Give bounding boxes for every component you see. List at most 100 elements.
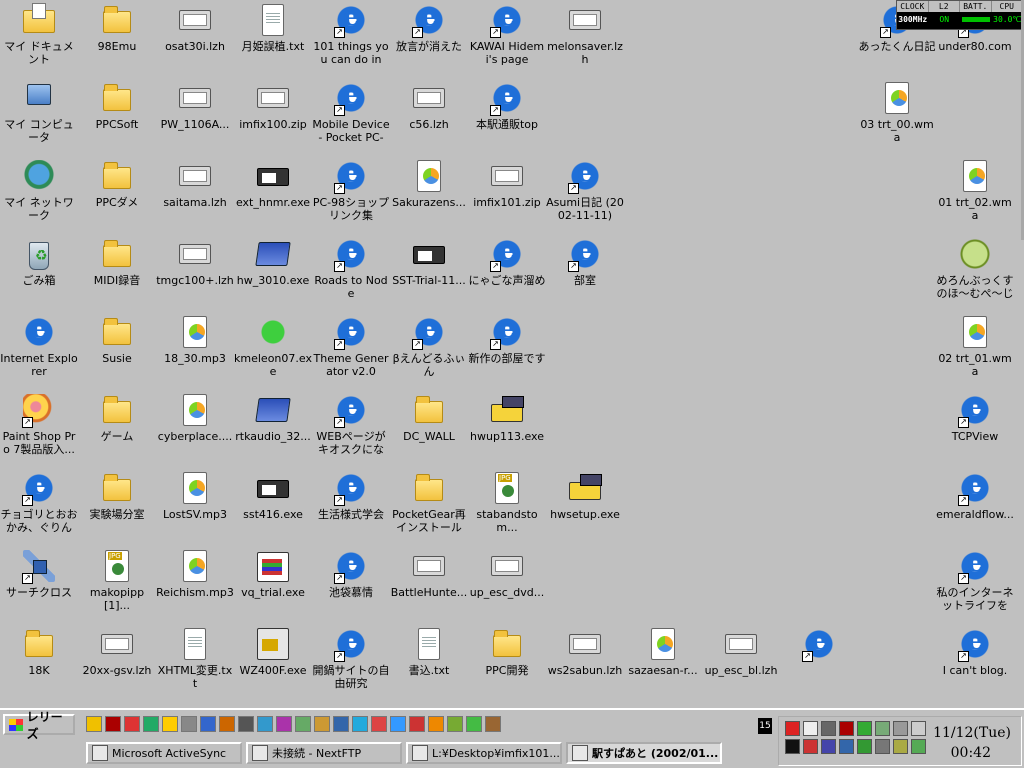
desktop-icon[interactable]: sazaesan-r... <box>624 626 702 677</box>
desktop-icon[interactable]: 20xx-gsv.lzh <box>78 626 156 677</box>
quick-launch-icon[interactable] <box>276 716 292 732</box>
desktop-icon[interactable]: ↗ 池袋慕情 <box>312 548 390 599</box>
tray-icon[interactable] <box>893 739 908 754</box>
desktop-icon[interactable]: ↗ 101 things you can do in M... <box>312 2 390 66</box>
desktop-icon[interactable]: ↗ 私のインターネットライフをこ... <box>936 548 1014 612</box>
desktop-icon[interactable]: PPCダメ <box>78 158 156 209</box>
taskbar-button[interactable]: L:¥Desktop¥imfix101... <box>406 742 562 764</box>
tray-icon[interactable] <box>893 721 908 736</box>
quick-launch-icon[interactable] <box>257 716 273 732</box>
desktop-icon[interactable]: tmgc100+.lzh <box>156 236 234 287</box>
desktop-icon[interactable]: ↗ 本駅通販top <box>468 80 546 131</box>
quick-launch-icon[interactable] <box>466 716 482 732</box>
desktop-icon[interactable]: imfix100.zip <box>234 80 312 131</box>
taskbar-button[interactable]: 未接続 - NextFTP <box>246 742 402 764</box>
desktop-icon[interactable]: imfix101.zip <box>468 158 546 209</box>
desktop-icon[interactable]: 月姫誤植.txt <box>234 2 312 53</box>
desktop-icon[interactable]: stabandstom... <box>468 470 546 534</box>
tray-icon[interactable] <box>785 721 800 736</box>
notification-badge[interactable]: 15 <box>758 718 772 734</box>
quick-launch-icon[interactable] <box>447 716 463 732</box>
tray-icon[interactable] <box>911 739 926 754</box>
clock-time[interactable]: 00:42 <box>951 745 991 761</box>
desktop-icon[interactable]: ↗ Asumi日記 (2002-11-11) <box>546 158 624 222</box>
desktop-icon[interactable]: ws2sabun.lzh <box>546 626 624 677</box>
desktop-icon[interactable]: osat30i.lzh <box>156 2 234 53</box>
desktop-icon[interactable]: PocketGear再インストール <box>390 470 468 534</box>
desktop-icon[interactable]: up_esc_dvd... <box>468 548 546 599</box>
desktop-icon[interactable]: kmeleon07.exe <box>234 314 312 378</box>
desktop-icon[interactable]: 03 trt_00.wma <box>858 80 936 144</box>
quick-launch-icon[interactable] <box>333 716 349 732</box>
desktop-icon[interactable]: ↗ 新作の部屋です <box>468 314 546 365</box>
quick-launch-icon[interactable] <box>219 716 235 732</box>
desktop-icon[interactable]: sst416.exe <box>234 470 312 521</box>
desktop-icon[interactable]: 02 trt_01.wma <box>936 314 1014 378</box>
tray-icon[interactable] <box>839 721 854 736</box>
tray-icon[interactable] <box>821 739 836 754</box>
desktop-icon[interactable]: Sakurazens... <box>390 158 468 209</box>
desktop-icon[interactable]: Reichism.mp3 <box>156 548 234 599</box>
tray-icon[interactable] <box>785 739 800 754</box>
desktop-icon[interactable]: MIDI録音 <box>78 236 156 287</box>
desktop-icon[interactable]: ゲーム <box>78 392 156 443</box>
quick-launch-icon[interactable] <box>428 716 444 732</box>
taskbar-button[interactable]: 駅すぱあと (2002/01... <box>566 742 722 764</box>
tray-icon[interactable] <box>911 721 926 736</box>
desktop-icon[interactable]: マイ コンピュータ <box>0 80 78 144</box>
desktop-icon[interactable]: melonsaver.lzh <box>546 2 624 66</box>
desktop-icon[interactable]: cyberplace.... <box>156 392 234 443</box>
quick-launch-icon[interactable] <box>181 716 197 732</box>
desktop-icon[interactable]: ↗ Theme Generator v2.0 <box>312 314 390 378</box>
desktop-icon[interactable]: ext_hnmr.exe <box>234 158 312 209</box>
quick-launch-icon[interactable] <box>124 716 140 732</box>
tray-icon[interactable] <box>803 739 818 754</box>
desktop-icon[interactable]: 01 trt_02.wma <box>936 158 1014 222</box>
desktop-icon[interactable]: ↗ βえんどるふぃん <box>390 314 468 378</box>
desktop-icon[interactable]: hwup113.exe <box>468 392 546 443</box>
desktop-icon[interactable]: ↗ 放言が消えた <box>390 2 468 53</box>
desktop-icon[interactable]: SST-Trial-11... <box>390 236 468 287</box>
desktop-icon[interactable]: ↗ <box>780 626 858 664</box>
desktop-icon[interactable]: ↗ チョゴリとおおかみ、ぐりんち... <box>0 470 78 534</box>
desktop-icon[interactable]: BattleHunte... <box>390 548 468 599</box>
desktop-icon[interactable]: ↗ Paint Shop Pro 7製品版入... <box>0 392 78 456</box>
quick-launch-icon[interactable] <box>238 716 254 732</box>
quick-launch-icon[interactable] <box>200 716 216 732</box>
desktop-icon[interactable]: XHTML変更.txt <box>156 626 234 690</box>
desktop-icon[interactable]: ↗ WEBページがキオスクになる... <box>312 392 390 456</box>
quick-launch-icon[interactable] <box>295 716 311 732</box>
desktop-icon[interactable]: 書込.txt <box>390 626 468 677</box>
desktop-icon[interactable]: ↗ PC-98ショップリンク集 <box>312 158 390 222</box>
desktop-icon[interactable]: saitama.lzh <box>156 158 234 209</box>
start-button[interactable]: レリーズ <box>3 710 75 741</box>
quick-launch-icon[interactable] <box>143 716 159 732</box>
desktop-icon[interactable]: c56.lzh <box>390 80 468 131</box>
tray-icon[interactable] <box>821 721 836 736</box>
quick-launch-icon[interactable] <box>409 716 425 732</box>
desktop-icon[interactable]: PW_1106A... <box>156 80 234 131</box>
desktop-icon[interactable]: ↗ サーチクロス <box>0 548 78 599</box>
clock-date[interactable]: 11/12(Tue) <box>933 725 1011 741</box>
desktop-icon[interactable]: makopipp[1]... <box>78 548 156 612</box>
desktop-icon[interactable]: PPC開発 <box>468 626 546 677</box>
desktop-icon[interactable]: ↗ 部室 <box>546 236 624 287</box>
desktop-icon[interactable]: ↗ 生活様式学会 <box>312 470 390 521</box>
quick-launch-icon[interactable] <box>105 716 121 732</box>
desktop-icon[interactable]: ↗ にゃごな声溜め <box>468 236 546 287</box>
desktop-icon[interactable]: 18K <box>0 626 78 677</box>
desktop-icon[interactable]: ↗ I can't blog. <box>936 626 1014 677</box>
desktop-icon[interactable]: めろんぶっくすのほ～むぺ～じ <box>936 236 1014 300</box>
desktop-icon[interactable]: ごみ箱 <box>0 236 78 287</box>
tray-icon[interactable] <box>839 739 854 754</box>
desktop-icon[interactable]: LostSV.mp3 <box>156 470 234 521</box>
desktop-icon[interactable]: rtkaudio_32... <box>234 392 312 443</box>
desktop-icon[interactable]: ↗ KAWAI Hidemi's page <box>468 2 546 66</box>
quick-launch-icon[interactable] <box>390 716 406 732</box>
quick-launch-icon[interactable] <box>314 716 330 732</box>
desktop-icon[interactable]: DC_WALL <box>390 392 468 443</box>
desktop-icon[interactable]: Susie <box>78 314 156 365</box>
desktop-icon[interactable]: ↗ Roads to Node <box>312 236 390 300</box>
tray-icon[interactable] <box>857 739 872 754</box>
quick-launch-icon[interactable] <box>485 716 501 732</box>
